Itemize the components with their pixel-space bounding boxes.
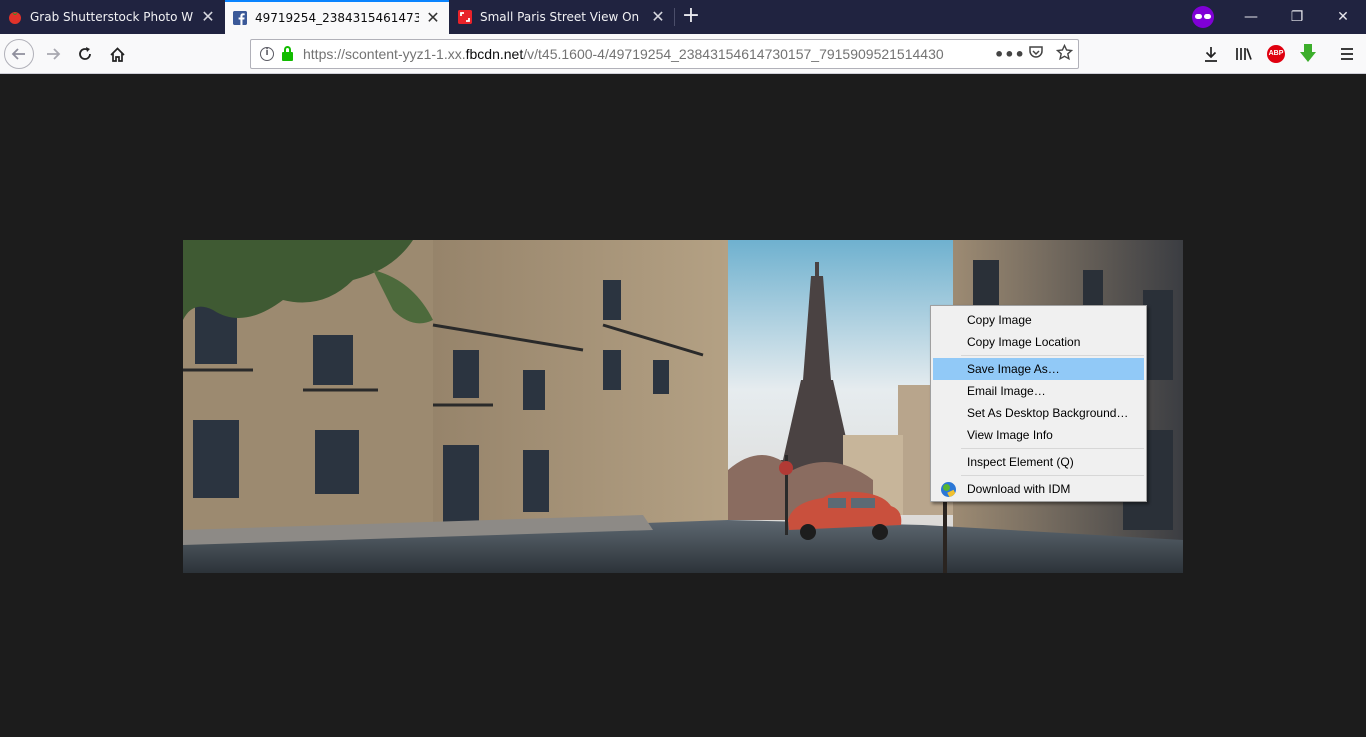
idm-download-arrow-icon	[1300, 44, 1316, 62]
home-button[interactable]	[102, 39, 132, 69]
new-tab-button[interactable]: +	[680, 0, 702, 34]
page-actions-ellipsis-icon[interactable]: •••	[994, 45, 1025, 64]
download-arrow-icon	[1205, 47, 1217, 62]
back-button[interactable]	[4, 39, 34, 69]
tab-small-paris-street[interactable]: Small Paris Street View On Famous ✕	[450, 0, 674, 34]
close-tab-icon[interactable]: ✕	[425, 10, 441, 26]
forward-arrow-icon	[47, 48, 61, 60]
menu-item-label: Download with IDM	[967, 482, 1071, 496]
tab-title: 49719254_2384315461473015 7_791590952151…	[255, 11, 419, 25]
menu-separator	[961, 355, 1144, 356]
pocket-icon[interactable]	[1022, 44, 1050, 64]
hamburger-menu-icon	[1341, 48, 1353, 60]
url-bar[interactable]: i https://scontent-yyz1-1.xx.fbcdn.net/v…	[250, 39, 1079, 69]
menu-item-view-image-info[interactable]: View Image Info	[933, 424, 1144, 446]
home-icon	[109, 46, 125, 62]
menu-item-inspect-element[interactable]: Inspect Element (Q)	[933, 451, 1144, 473]
tab-grab-shutterstock[interactable]: Grab Shutterstock Photo Without ✕	[0, 0, 224, 34]
menu-item-set-desktop-background[interactable]: Set As Desktop Background…	[933, 402, 1144, 424]
menu-separator	[961, 475, 1144, 476]
library-button[interactable]	[1230, 39, 1258, 69]
minimize-button[interactable]: —	[1228, 0, 1274, 34]
url-text[interactable]: https://scontent-yyz1-1.xx.fbcdn.net/v/t…	[303, 46, 958, 62]
hamburger-menu-button[interactable]	[1333, 39, 1361, 69]
adblock-plus-button[interactable]: ABP	[1262, 39, 1290, 69]
library-icon	[1236, 48, 1252, 60]
shutterstock-favicon-icon	[458, 10, 472, 24]
tomato-favicon-icon	[8, 10, 22, 24]
menu-item-download-with-idm[interactable]: Download with IDM	[933, 478, 1144, 500]
restore-button[interactable]: ❐	[1274, 0, 1320, 34]
menu-item-email-image[interactable]: Email Image…	[933, 380, 1144, 402]
tab-bar: Grab Shutterstock Photo Without ✕ 497192…	[0, 0, 1366, 34]
tab-separator	[674, 8, 675, 26]
site-info-icon[interactable]: i	[260, 47, 274, 61]
menu-separator	[961, 448, 1144, 449]
navigation-toolbar: i https://scontent-yyz1-1.xx.fbcdn.net/v…	[0, 34, 1366, 74]
back-arrow-icon	[11, 48, 25, 60]
close-tab-icon[interactable]: ✕	[200, 9, 216, 25]
reload-button[interactable]	[70, 39, 100, 69]
adblock-plus-icon: ABP	[1267, 45, 1285, 63]
reload-icon	[79, 47, 91, 60]
facebook-favicon-icon	[233, 11, 247, 25]
forward-button[interactable]	[38, 39, 68, 69]
tab-fbcdn-image[interactable]: 49719254_2384315461473015 7_791590952151…	[225, 0, 449, 34]
idm-integration-button[interactable]	[1294, 39, 1322, 69]
private-browsing-mask-icon	[1192, 6, 1214, 28]
tab-title: Grab Shutterstock Photo Without	[30, 10, 194, 24]
close-window-button[interactable]: ✕	[1320, 0, 1366, 34]
menu-item-save-image-as[interactable]: Save Image As…	[933, 358, 1144, 380]
downloads-button[interactable]	[1197, 39, 1225, 69]
bookmark-star-icon[interactable]	[1050, 43, 1078, 65]
idm-globe-icon	[941, 482, 956, 497]
page-content	[0, 74, 1366, 737]
image-context-menu: Copy Image Copy Image Location Save Imag…	[930, 305, 1147, 502]
secure-lock-icon[interactable]	[282, 45, 293, 61]
url-prefix: https://scontent-yyz1-1.xx.	[303, 46, 466, 62]
menu-item-copy-image-location[interactable]: Copy Image Location	[933, 331, 1144, 353]
url-path: /v/t45.1600-4/49719254_23843154614730157…	[523, 46, 944, 62]
url-host: fbcdn.net	[465, 46, 524, 62]
menu-item-copy-image[interactable]: Copy Image	[933, 309, 1144, 331]
tab-title: Small Paris Street View On Famous	[480, 10, 644, 24]
close-tab-icon[interactable]: ✕	[650, 9, 666, 25]
